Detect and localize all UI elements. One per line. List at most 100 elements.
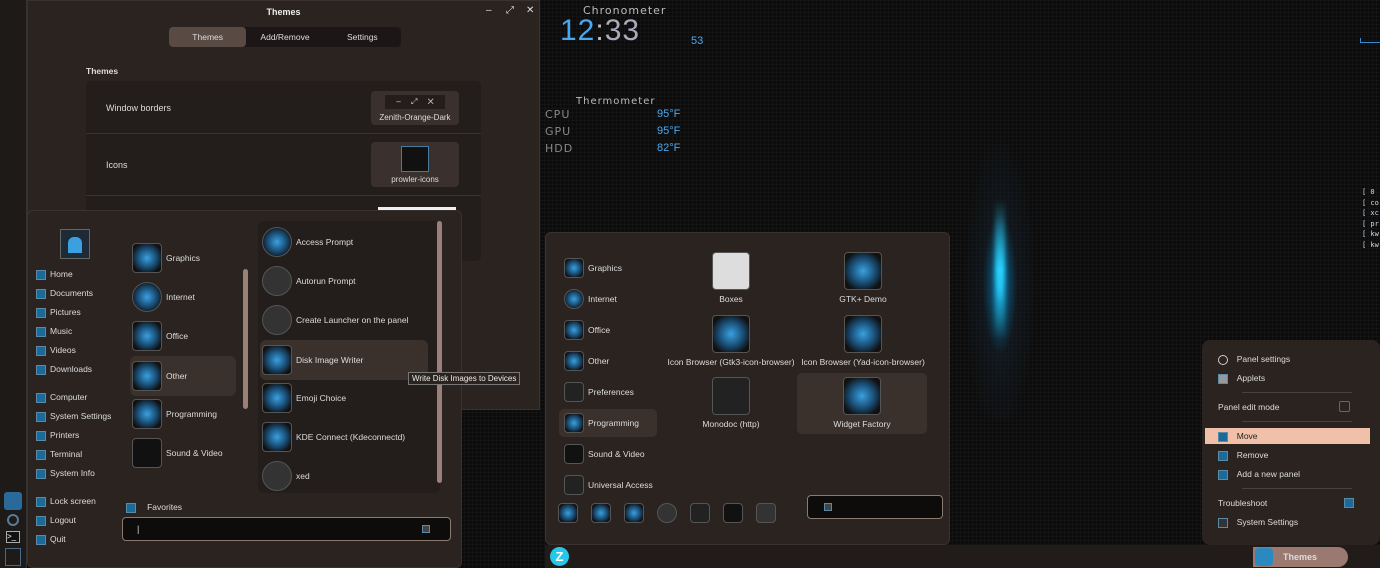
sensor-value: 95°F — [657, 108, 681, 120]
browser-launcher-icon[interactable] — [7, 514, 19, 526]
applets-item[interactable]: Applets — [1218, 370, 1380, 386]
category-item[interactable]: Sound & Video — [564, 444, 645, 464]
system-item[interactable]: Printers — [36, 430, 111, 449]
app-item[interactable]: Emoji Choice — [262, 383, 346, 413]
app-tile[interactable]: GTK+ Demo — [798, 248, 928, 306]
files-icon[interactable] — [690, 503, 710, 523]
icons-value: prowler-icons — [391, 175, 439, 184]
item-label: Add a new panel — [1236, 469, 1301, 479]
favorites-toggle[interactable]: Favorites — [126, 502, 182, 513]
search-input[interactable] — [807, 495, 943, 519]
item-label: Printers — [50, 430, 80, 440]
lock-icon[interactable] — [624, 503, 644, 523]
tab-add-remove[interactable]: Add/Remove — [246, 27, 323, 47]
item-label: Icon Browser (Yad-icon-browser) — [801, 357, 925, 367]
remove-item[interactable]: Remove — [1218, 447, 1380, 463]
menu-button-icon[interactable]: Z — [550, 547, 569, 566]
app-tile[interactable]: Icon Browser (Yad-icon-browser) — [793, 311, 933, 369]
app-tile[interactable]: Boxes — [666, 248, 796, 306]
category-item-selected[interactable]: Programming — [559, 409, 657, 437]
submenu-icon — [1344, 498, 1354, 508]
app-item-hovered[interactable]: Disk Image Writer — [260, 340, 428, 380]
browser-icon[interactable] — [657, 503, 677, 523]
internet-icon — [564, 289, 584, 309]
taskbar-themes-button[interactable]: Themes — [1253, 547, 1348, 567]
window-borders-chooser[interactable]: Zenith-Orange-Dark – ⤢ ✕ — [371, 91, 459, 125]
sensor-value: 82°F — [657, 142, 681, 154]
favorites-label: Favorites — [147, 502, 183, 512]
app-item[interactable]: xed — [262, 461, 310, 491]
category-item[interactable]: Other — [564, 351, 609, 371]
item-label: Disk Image Writer — [296, 355, 364, 365]
system-settings-item[interactable]: System Settings — [1218, 514, 1380, 530]
downloads-icon — [36, 364, 46, 375]
terminal-widget: [ 0 [ co [ xc [ pr [ kw [ kw — [1362, 187, 1379, 250]
app-item[interactable]: Create Launcher on the panel — [262, 305, 408, 335]
icons-chooser[interactable]: prowler-icons — [371, 142, 459, 187]
minimize-button[interactable]: – — [486, 5, 492, 16]
item-label: Programming — [588, 418, 640, 428]
files-launcher-icon[interactable] — [5, 548, 21, 566]
item-label: Sound & Video — [166, 448, 223, 458]
category-item[interactable]: Preferences — [564, 382, 634, 402]
app-list: Access Prompt Autorun Prompt Create Laun… — [258, 221, 440, 493]
folder-preview-icon — [401, 146, 429, 172]
item-label: System Settings — [50, 411, 112, 421]
category-item[interactable]: Graphics — [132, 243, 200, 273]
troubleshoot-item[interactable]: Troubleshoot — [1218, 495, 1380, 511]
category-item[interactable]: Sound & Video — [132, 438, 223, 468]
category-item[interactable]: Internet — [132, 282, 195, 312]
favorites-icon — [126, 502, 136, 513]
category-item-selected[interactable]: Other — [130, 356, 236, 396]
app-tile-hovered[interactable]: Widget Factory — [797, 373, 927, 434]
search-input[interactable]: | — [122, 517, 451, 541]
music-icon — [36, 326, 46, 337]
app-item[interactable]: Access Prompt — [262, 227, 353, 257]
app-scrollbar[interactable] — [437, 221, 442, 483]
item-label: KDE Connect (Kdeconnectd) — [296, 432, 406, 442]
printer-icon — [36, 430, 46, 441]
edit-mode-checkbox[interactable] — [1339, 401, 1350, 412]
session-item[interactable]: Lock screen — [36, 496, 96, 515]
panel-edit-mode-toggle[interactable]: Panel edit mode — [1218, 399, 1380, 415]
user-avatar[interactable] — [60, 229, 90, 259]
system-item[interactable]: Computer — [36, 392, 111, 411]
system-item[interactable]: Terminal — [36, 449, 111, 468]
place-item[interactable]: Pictures — [36, 307, 93, 326]
add-panel-item[interactable]: Add a new panel — [1218, 466, 1380, 482]
category-item[interactable]: Office — [564, 320, 610, 340]
session-item[interactable]: Quit — [36, 534, 96, 553]
tab-themes[interactable]: Themes — [169, 27, 247, 47]
maximize-button[interactable]: ⤢ — [506, 5, 514, 16]
app-item[interactable]: Autorun Prompt — [262, 266, 356, 296]
category-scrollbar[interactable] — [243, 269, 248, 409]
sysinfo-icon[interactable] — [756, 503, 776, 523]
logout-icon[interactable] — [591, 503, 611, 523]
other-icon — [132, 361, 162, 391]
app-item[interactable]: KDE Connect (Kdeconnectd) — [262, 422, 405, 452]
category-item[interactable]: Universal Access — [564, 475, 653, 495]
place-item[interactable]: Music — [36, 326, 93, 345]
category-item[interactable]: Internet — [564, 289, 617, 309]
place-item[interactable]: Documents — [36, 288, 93, 307]
move-item[interactable]: Move — [1205, 428, 1370, 444]
terminal-icon[interactable] — [723, 503, 743, 523]
terminal-launcher-icon[interactable]: >_ — [6, 531, 20, 543]
system-item[interactable]: System Settings — [36, 411, 111, 430]
app-tile[interactable]: Monodoc (http) — [666, 373, 796, 431]
place-item[interactable]: Home — [36, 269, 93, 288]
app-tile[interactable]: Icon Browser (Gtk3-icon-browser) — [661, 311, 801, 369]
session-item[interactable]: Logout — [36, 515, 96, 534]
place-item[interactable]: Downloads — [36, 364, 93, 383]
item-label: Widget Factory — [833, 419, 891, 429]
category-item[interactable]: Graphics — [564, 258, 622, 278]
category-item[interactable]: Programming — [132, 399, 217, 429]
category-item[interactable]: Office — [132, 321, 188, 351]
power-icon[interactable] — [558, 503, 578, 523]
menu-launcher-icon[interactable] — [4, 492, 22, 510]
tab-settings[interactable]: Settings — [324, 27, 401, 47]
close-button[interactable]: ✕ — [526, 5, 534, 16]
place-item[interactable]: Videos — [36, 345, 93, 364]
panel-settings-item[interactable]: Panel settings — [1218, 351, 1380, 367]
system-item[interactable]: System Info — [36, 468, 111, 487]
